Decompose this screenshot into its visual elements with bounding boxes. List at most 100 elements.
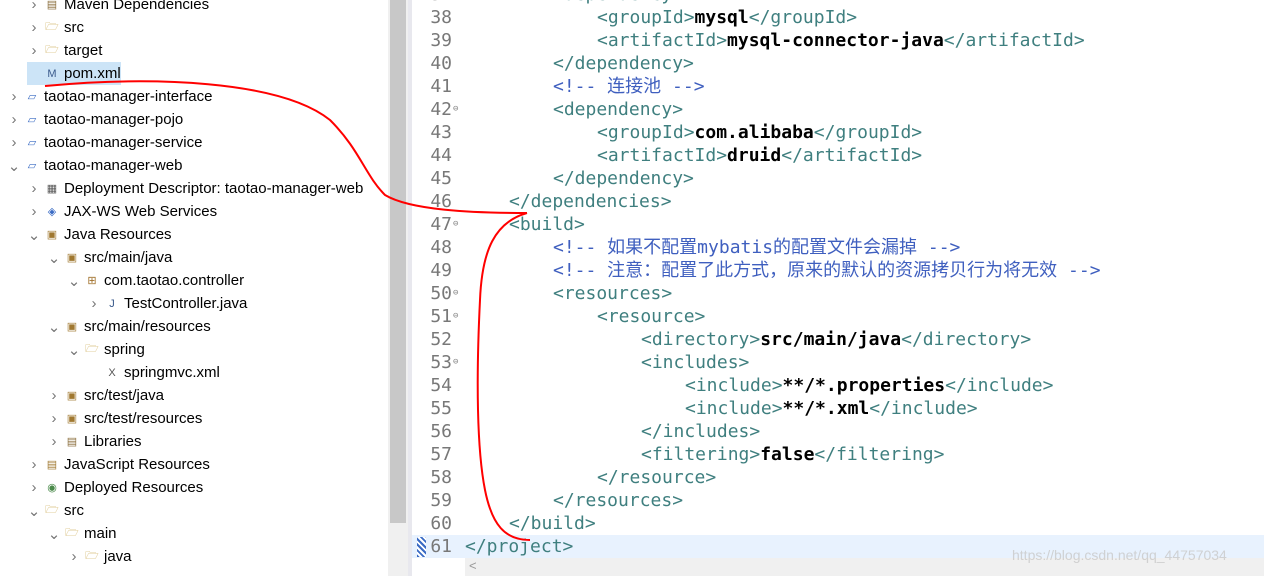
line-number: 47: [430, 214, 452, 235]
tree-item[interactable]: › ▤ JavaScript Resources: [27, 453, 210, 476]
tree-item[interactable]: › ▱ taotao-manager-interface: [7, 85, 213, 108]
code-line[interactable]: 51 ⊖ <resource>: [412, 305, 1264, 328]
chevron-right-icon[interactable]: ›: [27, 180, 41, 197]
xml-comment: <!-- 如果不配置mybatis的配置文件会漏掉 -->: [553, 237, 961, 258]
tree-item[interactable]: › 🗁 target: [27, 39, 103, 62]
code-line[interactable]: 52 <directory>src/main/java</directory>: [412, 328, 1264, 351]
java-resources-icon: ▣: [46, 229, 58, 241]
tree-item[interactable]: › ▦ Deployment Descriptor: taotao-manager-…: [27, 177, 364, 200]
code-line[interactable]: 48 <!-- 如果不配置mybatis的配置文件会漏掉 -->: [412, 236, 1264, 259]
line-number: 39: [430, 30, 452, 51]
chevron-right-icon[interactable]: ›: [87, 295, 101, 312]
xml-tag: </build>: [509, 513, 596, 534]
code-line[interactable]: 60 </build>: [412, 512, 1264, 535]
chevron-right-icon[interactable]: ›: [7, 111, 21, 128]
tree-item[interactable]: ⌄ 🗁 main: [47, 522, 117, 545]
chevron-right-icon[interactable]: ›: [67, 548, 81, 565]
fold-collapse-icon[interactable]: ⊖: [453, 351, 458, 374]
tree-item[interactable]: ⌄ ▱ taotao-manager-web: [7, 154, 183, 177]
fold-collapse-icon[interactable]: ⊖: [453, 282, 458, 305]
code-line[interactable]: 42 ⊖ <dependency>: [412, 98, 1264, 121]
code-line[interactable]: 50 ⊖ <resources>: [412, 282, 1264, 305]
code-line[interactable]: 41 <!-- 连接池 -->: [412, 75, 1264, 98]
tree-item[interactable]: › J TestController.java: [87, 292, 248, 315]
code-line[interactable]: 49 <!-- 注意：配置了此方式，原来的默认的资源拷贝行为将无效 -->: [412, 259, 1264, 282]
xml-editor[interactable]: 37<dependency>38<groupId>mysql</groupId>…: [412, 0, 1264, 576]
chevron-right-icon[interactable]: ›: [47, 410, 61, 427]
code-line[interactable]: 54 <include>**/*.properties</include>: [412, 374, 1264, 397]
line-number: 40: [430, 53, 452, 74]
code-line[interactable]: 46 </dependencies>: [412, 190, 1264, 213]
tree-item[interactable]: ⌄ ▣ Java Resources: [27, 223, 172, 246]
chevron-right-icon[interactable]: ›: [47, 433, 61, 450]
code-text: <artifactId>druid</artifactId>: [597, 144, 922, 167]
tree-item-label: src/main/resources: [84, 318, 211, 335]
code-line[interactable]: 58 </resource>: [412, 466, 1264, 489]
code-line[interactable]: 59 </resources>: [412, 489, 1264, 512]
line-number: 38: [430, 7, 452, 28]
chevron-right-icon[interactable]: ›: [27, 0, 41, 13]
fold-collapse-icon[interactable]: ⊖: [453, 213, 458, 236]
maven-project-icon: ▱: [27, 114, 37, 126]
chevron-down-icon[interactable]: ⌄: [27, 226, 41, 244]
xml-tag: <dependency>: [553, 99, 684, 120]
package-icon: ⊞: [87, 275, 97, 287]
code-line[interactable]: 40 </dependency>: [412, 52, 1264, 75]
line-number: 57: [430, 444, 452, 465]
chevron-down-icon[interactable]: ⌄: [47, 525, 61, 543]
chevron-right-icon[interactable]: ›: [27, 479, 41, 496]
tree-item[interactable]: › ▱ taotao-manager-service: [7, 131, 203, 154]
tree-item[interactable]: › ◈ JAX-WS Web Services: [27, 200, 218, 223]
chevron-down-icon[interactable]: ⌄: [27, 502, 41, 520]
source-folder-icon: ▣: [66, 321, 78, 333]
tree-item[interactable]: ⌄ 🗁 src: [27, 499, 84, 522]
tree-item[interactable]: › 🗁 src: [27, 16, 85, 39]
tree-item[interactable]: › ▱ taotao-manager-pojo: [7, 108, 184, 131]
chevron-right-icon[interactable]: ›: [27, 456, 41, 473]
explorer-scrollbar-thumb[interactable]: [390, 0, 406, 523]
code-text: </resources>: [553, 489, 683, 512]
code-line[interactable]: 43 <groupId>com.alibaba</groupId>: [412, 121, 1264, 144]
tree-item[interactable]: › ▣ src/test/java: [47, 384, 165, 407]
chevron-right-icon[interactable]: ›: [27, 203, 41, 220]
tree-item[interactable]: ⌄ ▣ src/main/resources: [47, 315, 211, 338]
tree-item[interactable]: Xspringmvc.xml: [87, 361, 220, 384]
code-line[interactable]: 56 </includes>: [412, 420, 1264, 443]
code-line[interactable]: 57 <filtering>false</filtering>: [412, 443, 1264, 466]
code-line[interactable]: 45 </dependency>: [412, 167, 1264, 190]
scroll-left-icon[interactable]: <: [469, 558, 477, 573]
xml-text: druid: [727, 145, 782, 166]
deployed-resources-icon: ◉: [47, 482, 57, 494]
tree-item[interactable]: ⌄ 🗁 spring: [67, 338, 145, 361]
code-line[interactable]: 55 <include>**/*.xml</include>: [412, 397, 1264, 420]
fold-collapse-icon[interactable]: ⊖: [453, 305, 458, 328]
chevron-right-icon[interactable]: ›: [27, 19, 41, 36]
fold-collapse-icon[interactable]: ⊖: [453, 98, 458, 121]
chevron-right-icon[interactable]: ›: [27, 42, 41, 59]
code-line[interactable]: 38 <groupId>mysql</groupId>: [412, 6, 1264, 29]
chevron-right-icon[interactable]: ›: [7, 134, 21, 151]
tree-item[interactable]: › 🗁 java: [67, 545, 132, 568]
chevron-down-icon[interactable]: ⌄: [67, 272, 81, 290]
chevron-down-icon[interactable]: ⌄: [67, 341, 81, 359]
code-text: <!-- 注意：配置了此方式，原来的默认的资源拷贝行为将无效 -->: [553, 259, 1101, 282]
tree-item[interactable]: › ▣ src/test/resources: [47, 407, 203, 430]
code-line[interactable]: 44 <artifactId>druid</artifactId>: [412, 144, 1264, 167]
code-line[interactable]: 53 ⊖ <includes>: [412, 351, 1264, 374]
line-number: 59: [430, 490, 452, 511]
tree-item[interactable]: ⌄ ▣ src/main/java: [47, 246, 173, 269]
chevron-right-icon[interactable]: ›: [7, 88, 21, 105]
tree-item[interactable]: › ▤ Maven Dependencies: [27, 0, 210, 16]
xml-tag: </groupId>: [748, 7, 858, 28]
chevron-right-icon[interactable]: ›: [47, 387, 61, 404]
line-number: 51: [430, 306, 452, 327]
tree-item[interactable]: ⌄ ⊞ com.taotao.controller: [67, 269, 244, 292]
chevron-down-icon[interactable]: ⌄: [47, 249, 61, 267]
code-line[interactable]: 39 <artifactId>mysql-connector-java</arti…: [412, 29, 1264, 52]
tree-item[interactable]: › ◉ Deployed Resources: [27, 476, 204, 499]
chevron-down-icon[interactable]: ⌄: [47, 318, 61, 336]
code-line[interactable]: 47 ⊖ <build>: [412, 213, 1264, 236]
tree-item[interactable]: › ▤ Libraries: [47, 430, 142, 453]
chevron-down-icon[interactable]: ⌄: [7, 157, 21, 175]
tree-item[interactable]: Mpom.xml: [27, 62, 121, 85]
